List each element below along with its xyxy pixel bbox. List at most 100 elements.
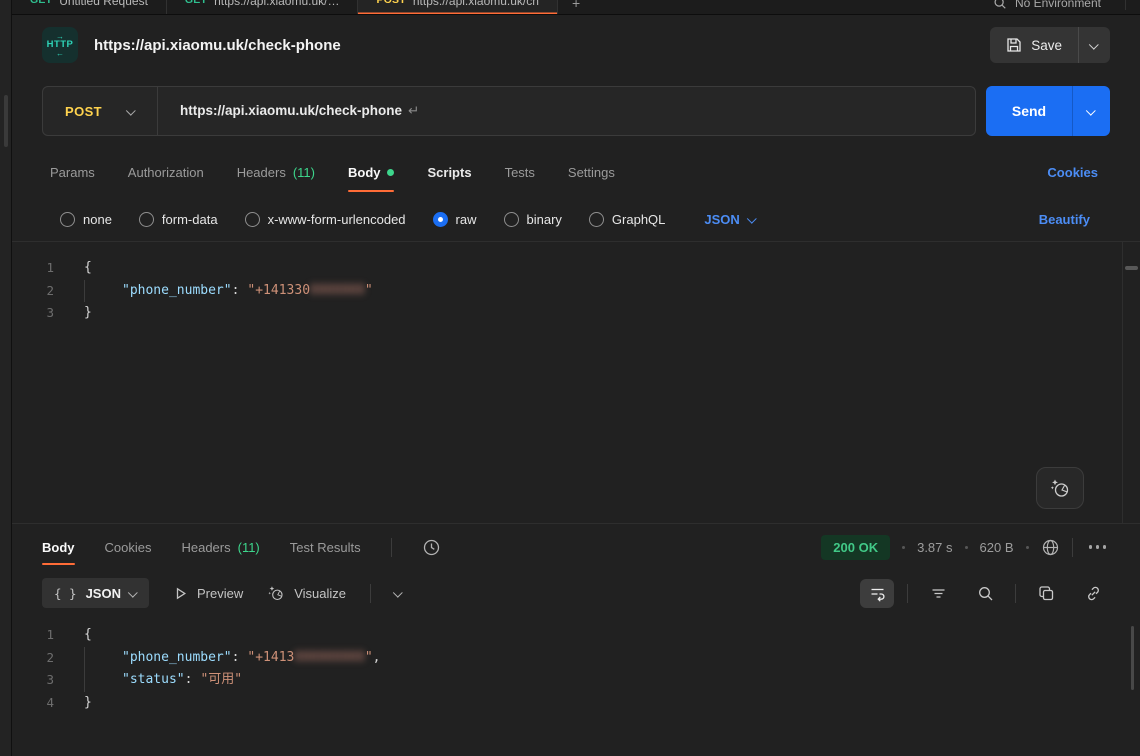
request-title: https://api.xiaomu.uk/check-phone — [94, 37, 341, 54]
radio-icon[interactable] — [245, 212, 260, 227]
tab-params[interactable]: Params — [50, 147, 95, 197]
new-tab-button[interactable]: + — [558, 0, 594, 14]
response-meta: 200 OK 3.87 s 620 B — [821, 535, 1110, 560]
tab-label: https://api.xiaomu.uk/… — [214, 0, 339, 8]
editor-scrollbar-track[interactable] — [1122, 242, 1123, 523]
search-icon[interactable] — [993, 0, 1007, 10]
chevron-down-icon — [747, 213, 757, 223]
more-options-icon[interactable] — [1085, 541, 1111, 553]
request-tab-3-active[interactable]: POST https://api.xiaomu.uk/ch — [358, 0, 557, 15]
preview-button[interactable]: Preview — [173, 586, 243, 601]
tab-settings[interactable]: Settings — [568, 147, 615, 197]
indent-guide — [84, 280, 85, 303]
raw-language-dropdown[interactable]: JSON — [704, 212, 755, 227]
tab-authorization[interactable]: Authorization — [128, 147, 204, 197]
radio-icon[interactable] — [504, 212, 519, 227]
request-tab-1[interactable]: GET Untitled Request — [12, 0, 167, 15]
divider — [1015, 584, 1016, 603]
visualize-button[interactable]: Visualize — [267, 584, 346, 602]
response-scrollbar-thumb[interactable] — [1131, 626, 1134, 690]
line-number: 1 — [12, 624, 80, 647]
radio-icon-selected[interactable] — [433, 212, 448, 227]
save-split-button: Save — [990, 27, 1110, 63]
response-tab-body[interactable]: Body — [42, 524, 75, 570]
line-number: 3 — [12, 302, 80, 325]
mode-graphql[interactable]: GraphQL — [589, 212, 665, 227]
indent-guide — [84, 647, 85, 670]
dot-separator — [902, 546, 905, 549]
divider — [907, 584, 908, 603]
tab-tests[interactable]: Tests — [505, 147, 535, 197]
chevron-down-icon — [128, 587, 138, 597]
send-options-caret[interactable] — [1072, 86, 1110, 136]
floppy-disk-icon — [1006, 37, 1022, 53]
braces-icon: { } — [54, 586, 77, 601]
request-header: → HTTP ← https://api.xiaomu.uk/check-pho… — [12, 15, 1140, 75]
save-options-caret[interactable] — [1078, 27, 1110, 63]
divider — [370, 584, 371, 603]
environment-label: No Environment — [1015, 0, 1101, 10]
search-in-response-icon[interactable] — [968, 579, 1002, 608]
request-body-editor[interactable]: 1 { 2 "phone_number":"+1413308888888" 3 … — [12, 241, 1140, 524]
line-number: 4 — [12, 692, 80, 715]
enter-hint: ↵ — [408, 103, 419, 118]
response-tab-test-results[interactable]: Test Results — [290, 524, 361, 570]
word-wrap-button[interactable] — [860, 579, 894, 608]
filter-icon[interactable] — [921, 579, 955, 608]
radio-icon[interactable] — [60, 212, 75, 227]
response-history-icon[interactable] — [422, 538, 441, 557]
url-input[interactable]: https://api.xiaomu.uk/check-phone↵ — [158, 103, 975, 119]
copy-icon[interactable] — [1029, 579, 1063, 608]
response-section-tabs: Body Cookies Headers(11) Test Results 20… — [12, 524, 1140, 570]
environment-selector[interactable]: No Environment — [993, 0, 1140, 14]
magic-ball-icon — [267, 584, 285, 602]
tab-method-badge: POST — [376, 0, 405, 8]
mode-x-www-form-urlencoded[interactable]: x-www-form-urlencoded — [245, 212, 406, 227]
send-split-button: Send — [986, 86, 1110, 136]
request-tab-2[interactable]: GET https://api.xiaomu.uk/… — [167, 0, 359, 15]
code-line: 3 } — [12, 302, 1140, 325]
mode-binary[interactable]: binary — [504, 212, 562, 227]
tab-method-badge: GET — [185, 0, 207, 8]
collapsed-left-sidebar[interactable] — [0, 0, 12, 756]
divider — [1072, 538, 1073, 557]
link-icon[interactable] — [1076, 579, 1110, 608]
method-dropdown[interactable]: POST — [43, 104, 157, 119]
divider — [1125, 0, 1126, 10]
radio-icon[interactable] — [139, 212, 154, 227]
code-line: 2 "phone_number":"+1413888888888", — [12, 647, 1140, 670]
response-format-dropdown[interactable]: { } JSON — [42, 578, 149, 608]
url-bar: POST https://api.xiaomu.uk/check-phone↵ … — [12, 75, 1140, 147]
tab-label: Untitled Request — [59, 0, 148, 8]
send-button[interactable]: Send — [986, 86, 1072, 136]
divider — [391, 538, 392, 557]
headers-count: (11) — [238, 540, 260, 555]
mode-form-data[interactable]: form-data — [139, 212, 218, 227]
code-line: 4 } — [12, 692, 1140, 715]
tab-headers[interactable]: Headers(11) — [237, 147, 315, 197]
line-number: 2 — [12, 647, 80, 670]
cookies-link[interactable]: Cookies — [1047, 165, 1098, 180]
response-tab-headers[interactable]: Headers(11) — [181, 524, 259, 570]
mode-raw-selected[interactable]: raw — [433, 212, 477, 227]
body-mode-row: none form-data x-www-form-urlencoded raw… — [12, 197, 1140, 241]
indent-guide — [84, 669, 85, 692]
globe-icon[interactable] — [1041, 538, 1060, 557]
response-tab-cookies[interactable]: Cookies — [105, 524, 152, 570]
more-view-options-chevron[interactable] — [393, 587, 403, 597]
beautify-link[interactable]: Beautify — [1039, 212, 1090, 227]
beautify-magic-button[interactable] — [1036, 467, 1084, 509]
tab-scripts[interactable]: Scripts — [427, 147, 471, 197]
response-body-viewer[interactable]: 1 { 2 "phone_number":"+1413888888888", 3… — [12, 616, 1140, 756]
response-tools — [860, 579, 1110, 608]
response-toolbar: { } JSON Preview Visualize — [12, 570, 1140, 616]
tab-body[interactable]: Body — [348, 147, 395, 197]
mode-none[interactable]: none — [60, 212, 112, 227]
editor-scrollbar-thumb[interactable] — [1125, 266, 1138, 270]
dot-separator — [965, 546, 968, 549]
sidebar-drag-handle[interactable] — [4, 95, 8, 147]
status-badge[interactable]: 200 OK — [821, 535, 890, 560]
chevron-down-icon — [126, 105, 136, 115]
radio-icon[interactable] — [589, 212, 604, 227]
save-button[interactable]: Save — [990, 27, 1078, 63]
